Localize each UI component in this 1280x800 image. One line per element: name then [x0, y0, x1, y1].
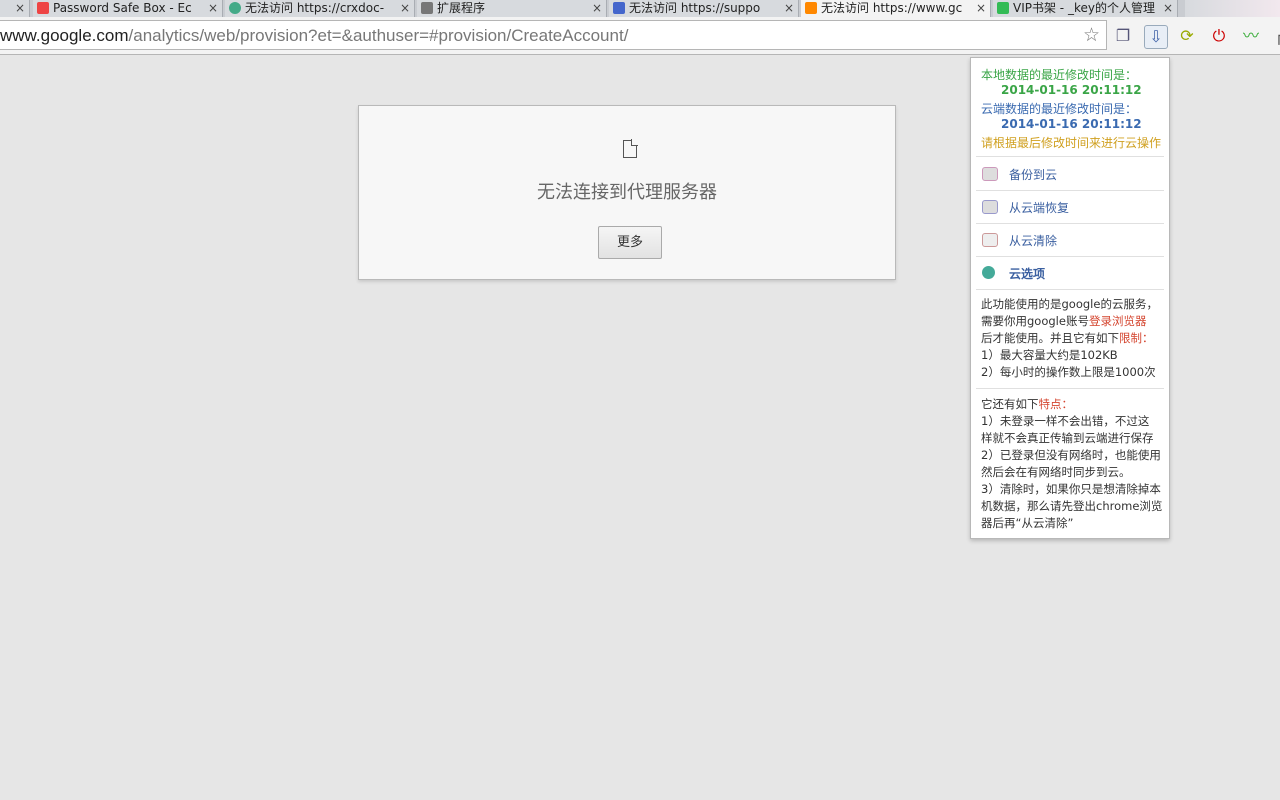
tab-close-icon[interactable]: ×	[208, 0, 218, 16]
cloud-download-icon	[982, 200, 998, 214]
hint-text: 请根据最后修改时间来进行云操作	[981, 136, 1162, 150]
desc-line: 1）最大容量大约是102KB	[981, 348, 1118, 362]
adblock-icon[interactable]: ⏻	[1208, 25, 1230, 47]
url-host: www.google.com	[0, 26, 129, 45]
desc-line: 机数据，那么请先登出chrome浏览	[981, 499, 1163, 513]
sad-document-icon	[623, 139, 638, 158]
tab-crxdoc[interactable]: 无法访问 https://crxdoc- ×	[225, 0, 415, 17]
desc-text: 它还有如下	[981, 397, 1039, 411]
tab-extensions[interactable]: 扩展程序 ×	[417, 0, 607, 17]
options-label: 云选项	[1009, 267, 1046, 281]
tab-title: 无法访问 https://suppo	[629, 1, 761, 15]
cloud-sync-popup: 本地数据的最近修改时间是： 2014-01-16 20:11:12 云端数据的最…	[970, 57, 1170, 539]
tab-password-safe-box[interactable]: ×	[0, 0, 30, 17]
cloud-sync-extension-icon[interactable]: ⇩	[1144, 25, 1168, 49]
feature-label: 特点：	[1038, 397, 1074, 411]
desc-line: 后才能使用。并且它有如下限制：	[981, 330, 1168, 347]
tab-vip-bookshelf[interactable]: VIP书架 - _key的个人管理 ×	[993, 0, 1178, 17]
desc-line: 样就不会真正传输到云端进行保存	[981, 431, 1154, 445]
backup-label: 备份到云	[1009, 168, 1058, 182]
cloud-options-icon	[982, 266, 995, 279]
desc-line: 2）每小时的操作数上限是1000次	[981, 365, 1156, 379]
desc-line: 器后再“从云清除”	[981, 516, 1074, 530]
desc-line: 然后会在有网络时同步到云。	[981, 465, 1131, 479]
error-title: 无法连接到代理服务器	[537, 182, 717, 203]
divider	[976, 289, 1164, 290]
google-favicon-icon	[613, 2, 625, 14]
url-path: /analytics/web/provision?et=&authuser=#p…	[128, 26, 629, 45]
tab-close-icon[interactable]: ×	[400, 0, 410, 16]
local-modified-time: 2014-01-16 20:11:12	[1001, 83, 1142, 97]
bookshelf-favicon-icon	[997, 2, 1009, 14]
restore-label: 从云端恢复	[1009, 201, 1070, 215]
error-box: 无法连接到代理服务器 更多	[358, 105, 896, 280]
tab-support[interactable]: 无法访问 https://suppo ×	[609, 0, 799, 17]
clear-label: 从云清除	[1009, 234, 1058, 248]
menu-icon[interactable]: ┌	[1268, 25, 1280, 47]
more-button[interactable]: 更多	[598, 226, 662, 259]
description-restrictions: 此功能使用的是google的云服务， 需要你用google账号登录浏览器 后才能…	[981, 296, 1168, 381]
tab-close-icon[interactable]: ×	[592, 0, 602, 16]
tab-title: 无法访问 https://crxdoc-	[245, 1, 385, 15]
browser-toolbar: www.google.com/analytics/web/provision?e…	[0, 17, 1280, 55]
mouse-gesture-icon[interactable]: 〰	[1240, 25, 1262, 47]
tab-title: Password Safe Box - Ec	[53, 1, 192, 15]
theme-decoration	[1185, 0, 1280, 17]
tab-close-icon[interactable]: ×	[1163, 0, 1173, 16]
cloud-upload-icon	[982, 167, 998, 181]
bookmark-star-icon[interactable]: ☆	[1083, 24, 1100, 46]
cloud-options-item[interactable]: 云选项	[971, 256, 1169, 289]
tab-close-icon[interactable]: ×	[976, 0, 986, 16]
desc-text: 需要你用google账号	[981, 314, 1089, 328]
cloud-modified-label: 云端数据的最近修改时间是：	[981, 102, 1138, 116]
desc-text: 后才能使用。并且它有如下	[981, 331, 1119, 345]
tab-close-icon[interactable]: ×	[784, 0, 794, 16]
desc-line: 需要你用google账号登录浏览器	[981, 313, 1168, 330]
backup-to-cloud-item[interactable]: 备份到云	[971, 157, 1169, 190]
refresh-extension-icon[interactable]: ⟳	[1176, 25, 1198, 47]
desc-line: 1）未登录一样不会出错，不过这	[981, 414, 1150, 428]
local-modified-label: 本地数据的最近修改时间是：	[981, 68, 1138, 82]
tab-close-icon[interactable]: ×	[15, 0, 25, 16]
window-switch-icon[interactable]: ❐	[1112, 25, 1134, 47]
desc-line: 它还有如下特点：	[981, 396, 1168, 413]
cloud-clear-icon	[982, 233, 998, 247]
login-browser-link[interactable]: 登录浏览器	[1089, 314, 1147, 328]
address-bar[interactable]: www.google.com/analytics/web/provision?e…	[0, 20, 1107, 50]
clear-from-cloud-item[interactable]: 从云清除	[971, 223, 1169, 256]
tab-title: VIP书架 - _key的个人管理	[1013, 1, 1155, 15]
tab-title: 扩展程序	[437, 1, 486, 15]
url-text[interactable]: www.google.com/analytics/web/provision?e…	[0, 26, 628, 46]
desc-line: 3）清除时，如果你只是想清除掉本	[981, 482, 1161, 496]
description-features: 它还有如下特点： 1）未登录一样不会出错，不过这 样就不会真正传输到云端进行保存…	[981, 396, 1168, 532]
chrome-favicon-icon	[229, 2, 241, 14]
tab-password-safe-box[interactable]: Password Safe Box - Ec ×	[33, 0, 223, 17]
analytics-favicon-icon	[805, 2, 817, 14]
cloud-modified-time: 2014-01-16 20:11:12	[1001, 117, 1142, 131]
desc-line: 2）已登录但没有网络时，也能使用	[981, 448, 1161, 462]
restore-from-cloud-item[interactable]: 从云端恢复	[971, 190, 1169, 223]
divider	[976, 388, 1164, 389]
puzzle-icon	[421, 2, 433, 14]
tab-title: 无法访问 https://www.gc	[821, 1, 963, 15]
tab-favicon-icon	[37, 2, 49, 14]
desc-line: 此功能使用的是google的云服务，	[981, 297, 1158, 311]
tab-strip: × Password Safe Box - Ec × 无法访问 https://…	[0, 0, 1280, 17]
tab-google-analytics[interactable]: 无法访问 https://www.gc ×	[801, 0, 991, 17]
restriction-label: 限制：	[1119, 331, 1154, 345]
